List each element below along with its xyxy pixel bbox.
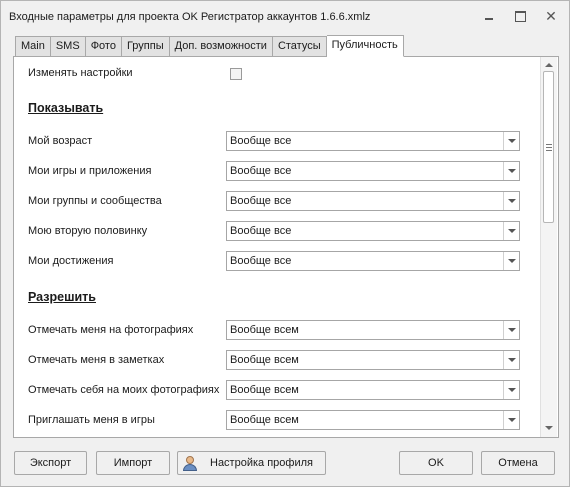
- combo-value: Вообще всем: [230, 324, 299, 336]
- combo-groups[interactable]: Вообще все: [226, 191, 520, 211]
- row-label-invite-games: Приглашать меня в игры: [28, 414, 155, 426]
- export-button[interactable]: Экспорт: [14, 451, 87, 475]
- combo-value: Вообще все: [230, 135, 292, 147]
- allow-section-title: Разрешить: [28, 290, 96, 304]
- profile-settings-button[interactable]: Настройка профиля: [177, 451, 326, 475]
- combo-value: Вообще всем: [230, 354, 299, 366]
- row-label-games: Мои игры и приложения: [28, 165, 152, 177]
- tab-statuses[interactable]: Статусы: [272, 36, 327, 57]
- chevron-down-icon[interactable]: [503, 252, 519, 270]
- change-settings-label: Изменять настройки: [28, 67, 133, 79]
- scroll-up-arrow-icon[interactable]: [545, 63, 553, 67]
- row-label-age: Мой возраст: [28, 135, 93, 147]
- tab-groups[interactable]: Группы: [121, 36, 170, 57]
- tab-panel-publicity: Изменять настройки Показывать Мой возрас…: [13, 56, 559, 438]
- minimize-button[interactable]: [481, 9, 497, 23]
- window-title: Входные параметры для проекта OK Регистр…: [9, 11, 371, 23]
- vertical-scrollbar[interactable]: [540, 57, 557, 437]
- ok-button[interactable]: OK: [399, 451, 473, 475]
- close-button[interactable]: ✕: [543, 9, 559, 23]
- combo-value: Вообще все: [230, 195, 292, 207]
- chevron-down-icon[interactable]: [503, 132, 519, 150]
- tab-sms[interactable]: SMS: [50, 36, 86, 57]
- combo-value: Вообще все: [230, 255, 292, 267]
- combo-partner[interactable]: Вообще все: [226, 221, 520, 241]
- combo-value: Вообще все: [230, 165, 292, 177]
- maximize-button[interactable]: [512, 9, 528, 23]
- chevron-down-icon[interactable]: [503, 381, 519, 399]
- grip-icon: [546, 144, 552, 151]
- tab-extra-features[interactable]: Доп. возможности: [169, 36, 273, 57]
- import-button[interactable]: Импорт: [96, 451, 170, 475]
- combo-games[interactable]: Вообще все: [226, 161, 520, 181]
- dialog-window: Входные параметры для проекта OK Регистр…: [0, 0, 570, 487]
- row-label-achievements: Мои достижения: [28, 255, 114, 267]
- cancel-button[interactable]: Отмена: [481, 451, 555, 475]
- row-label-groups: Мои группы и сообщества: [28, 195, 162, 207]
- chevron-down-icon[interactable]: [503, 351, 519, 369]
- row-label-tag-photos: Отмечать меня на фотографиях: [28, 324, 194, 336]
- chevron-down-icon[interactable]: [503, 192, 519, 210]
- person-icon: [182, 455, 198, 471]
- combo-value: Вообще всем: [230, 384, 299, 396]
- title-bar[interactable]: Входные параметры для проекта OK Регистр…: [1, 1, 569, 31]
- combo-achievements[interactable]: Вообще все: [226, 251, 520, 271]
- combo-value: Вообще всем: [230, 414, 299, 426]
- combo-tag-notes[interactable]: Вообще всем: [226, 350, 520, 370]
- tab-photo[interactable]: Фото: [85, 36, 122, 57]
- combo-invite-games[interactable]: Вообще всем: [226, 410, 520, 430]
- chevron-down-icon[interactable]: [503, 222, 519, 240]
- combo-value: Вообще все: [230, 225, 292, 237]
- combo-tag-self[interactable]: Вообще всем: [226, 380, 520, 400]
- profile-settings-label: Настройка профиля: [210, 457, 313, 469]
- change-settings-checkbox[interactable]: [230, 68, 242, 80]
- tab-main[interactable]: Main: [15, 36, 51, 57]
- chevron-down-icon[interactable]: [503, 411, 519, 429]
- tab-publicity[interactable]: Публичность: [326, 35, 404, 57]
- chevron-down-icon[interactable]: [503, 162, 519, 180]
- row-label-tag-notes: Отмечать меня в заметках: [28, 354, 165, 366]
- combo-age[interactable]: Вообще все: [226, 131, 520, 151]
- show-section-title: Показывать: [28, 101, 104, 115]
- row-label-partner: Мою вторую половинку: [28, 225, 148, 237]
- row-label-tag-self: Отмечать себя на моих фотографиях: [28, 384, 220, 396]
- tab-strip: Main SMS Фото Группы Доп. возможности Ст…: [15, 35, 404, 57]
- chevron-down-icon[interactable]: [503, 321, 519, 339]
- scroll-down-arrow-icon[interactable]: [545, 426, 553, 430]
- scrollbar-thumb[interactable]: [543, 71, 554, 223]
- combo-tag-photos[interactable]: Вообще всем: [226, 320, 520, 340]
